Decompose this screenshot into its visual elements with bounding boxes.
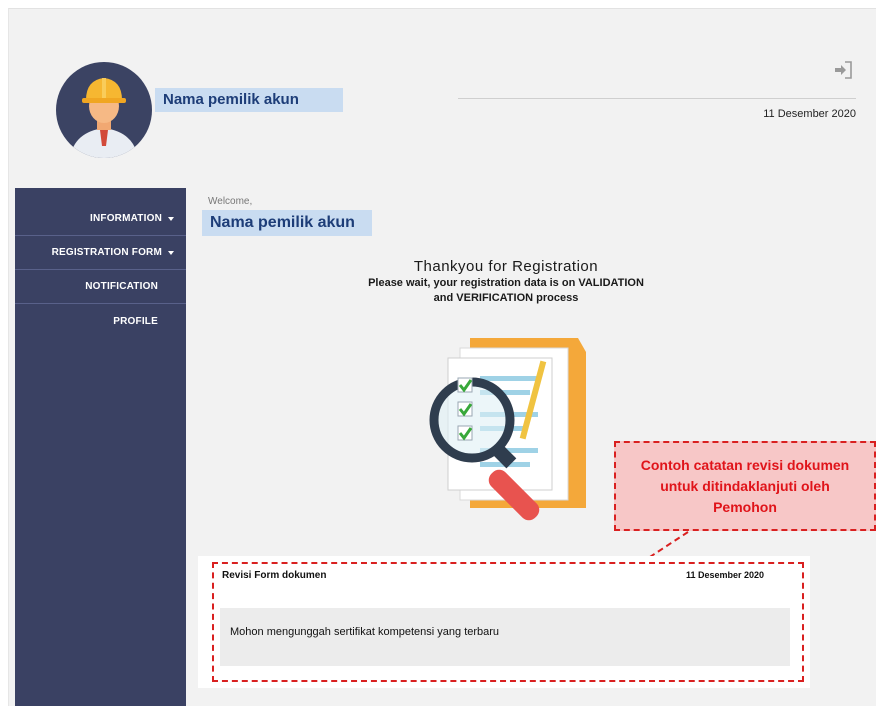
sidebar-item-label: INFORMATION bbox=[89, 213, 162, 224]
account-owner-name: Nama pemilik akun bbox=[155, 88, 343, 112]
worker-avatar-icon bbox=[70, 78, 138, 158]
revision-note: Mohon mengunggah sertifikat kompetensi y… bbox=[220, 608, 790, 666]
page-title: Thankyou for Registration bbox=[413, 258, 599, 275]
sidebar-item-profile[interactable]: PROFILE bbox=[15, 304, 186, 338]
caret-down-icon bbox=[168, 250, 174, 255]
header-divider bbox=[458, 98, 856, 99]
callout-line: untuk ditindaklanjuti oleh bbox=[660, 477, 830, 494]
welcome-owner-name: Nama pemilik akun bbox=[202, 210, 372, 236]
sidebar-item-label: REGISTRATION FORM bbox=[51, 247, 162, 258]
status-message: Please wait, your registration data is o… bbox=[186, 276, 826, 306]
sidebar-item-notification[interactable]: NOTIFICATION bbox=[15, 270, 186, 304]
callout-line: Pemohon bbox=[713, 498, 777, 515]
sidebar: INFORMATION REGISTRATION FORM NOTIFICATI… bbox=[15, 188, 186, 706]
welcome-label: Welcome, bbox=[208, 196, 253, 207]
status-message-line: and VERIFICATION process bbox=[433, 292, 579, 304]
caret-down-icon bbox=[168, 216, 174, 221]
logout-icon[interactable] bbox=[830, 57, 856, 83]
sidebar-item-label: PROFILE bbox=[113, 315, 158, 327]
sidebar-item-label: NOTIFICATION bbox=[85, 281, 158, 292]
sidebar-item-information[interactable]: INFORMATION bbox=[15, 202, 186, 236]
revision-title: Revisi Form dokumen bbox=[222, 570, 327, 581]
sidebar-item-registration-form[interactable]: REGISTRATION FORM bbox=[15, 236, 186, 270]
document-magnifier-illustration bbox=[429, 338, 586, 521]
revision-date: 11 Desember 2020 bbox=[686, 570, 765, 580]
header-date: 11 Desember 2020 bbox=[763, 108, 856, 120]
status-message-line: Please wait, your registration data is o… bbox=[368, 277, 644, 289]
avatar bbox=[56, 62, 152, 158]
callout-line: Contoh catatan revisi dokumen bbox=[640, 456, 850, 473]
annotation-callout: Contoh catatan revisi dokumen untuk diti… bbox=[614, 441, 876, 531]
